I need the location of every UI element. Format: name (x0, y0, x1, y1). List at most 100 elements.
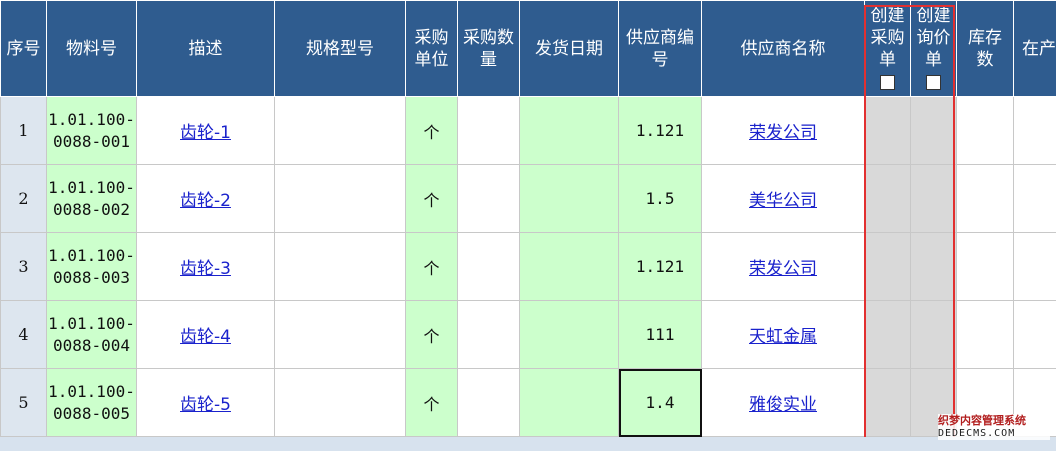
cell-supplier-code[interactable]: 111 (618, 300, 702, 369)
cell-qty[interactable] (457, 164, 520, 233)
col-header-create-rfq-label: 创建询价单 (916, 5, 951, 70)
cell-supplier-name[interactable]: 美华公司 (701, 164, 865, 233)
cell-unit[interactable]: 个 (405, 164, 458, 233)
cell-ship-date[interactable] (519, 96, 619, 165)
cell-seq: 1 (0, 96, 47, 165)
cell-supplier-name[interactable]: 荣发公司 (701, 232, 865, 301)
table-row[interactable]: 5 1.01.100- 0088-005 齿轮-5 个 1.4 雅俊实业 (0, 368, 1056, 437)
cell-material-no[interactable]: 1.01.100- 0088-005 (46, 368, 137, 437)
cell-unit[interactable]: 个 (405, 368, 458, 437)
cell-in-production (1013, 164, 1056, 233)
cell-in-production (1013, 300, 1056, 369)
cell-create-rfq[interactable] (910, 232, 957, 301)
col-header-unit: 采购单位 (405, 0, 458, 97)
cell-stock (956, 96, 1014, 165)
cell-description[interactable]: 齿轮-3 (136, 232, 275, 301)
table-row[interactable]: 2 1.01.100- 0088-002 齿轮-2 个 1.5 美华公司 (0, 164, 1056, 233)
cell-create-rfq[interactable] (910, 96, 957, 165)
col-header-seq: 序号 (0, 0, 47, 97)
cell-supplier-code[interactable]: 1.4 (618, 368, 702, 437)
cell-create-po[interactable] (864, 300, 911, 369)
cell-ship-date[interactable] (519, 300, 619, 369)
material-grid: 序号 物料号 描述 规格型号 采购单位 采购数量 发货日期 供应商编号 供应商名… (0, 0, 1056, 437)
cell-supplier-code[interactable]: 1.121 (618, 232, 702, 301)
col-header-create-po-label: 创建采购单 (870, 5, 905, 70)
col-header-spec: 规格型号 (274, 0, 406, 97)
supplier-name-link[interactable]: 荣发公司 (749, 259, 817, 279)
cell-unit[interactable]: 个 (405, 96, 458, 165)
supplier-name-link[interactable]: 天虹金属 (749, 327, 817, 347)
cell-create-po[interactable] (864, 368, 911, 437)
description-link[interactable]: 齿轮-5 (180, 395, 231, 415)
cell-stock (956, 300, 1014, 369)
cell-qty[interactable] (457, 300, 520, 369)
col-header-stock-label: 库存数 (968, 27, 1002, 70)
supplier-name-link[interactable]: 雅俊实业 (749, 395, 817, 415)
cell-create-po[interactable] (864, 164, 911, 233)
cell-supplier-name[interactable]: 荣发公司 (701, 96, 865, 165)
col-header-in-production: 在产 (1013, 0, 1056, 97)
table-row[interactable]: 1 1.01.100- 0088-001 齿轮-1 个 1.121 荣发公司 (0, 96, 1056, 165)
cell-description[interactable]: 齿轮-1 (136, 96, 275, 165)
supplier-name-link[interactable]: 美华公司 (749, 191, 817, 211)
cell-description[interactable]: 齿轮-5 (136, 368, 275, 437)
description-link[interactable]: 齿轮-1 (180, 123, 231, 143)
cell-material-no[interactable]: 1.01.100- 0088-004 (46, 300, 137, 369)
cell-stock (956, 232, 1014, 301)
cell-seq: 3 (0, 232, 47, 301)
col-header-material-no: 物料号 (46, 0, 137, 97)
cell-supplier-name[interactable]: 雅俊实业 (701, 368, 865, 437)
cell-material-no[interactable]: 1.01.100- 0088-001 (46, 96, 137, 165)
description-link[interactable]: 齿轮-4 (180, 327, 231, 347)
col-header-description: 描述 (136, 0, 275, 97)
col-header-qty-label: 采购数量 (463, 27, 514, 70)
cell-spec[interactable] (274, 368, 406, 437)
col-header-supplier-code-label: 供应商编号 (626, 27, 694, 70)
cell-description[interactable]: 齿轮-4 (136, 300, 275, 369)
cell-unit[interactable]: 个 (405, 232, 458, 301)
col-header-create-po: 创建采购单 (864, 0, 911, 97)
cell-material-no[interactable]: 1.01.100- 0088-002 (46, 164, 137, 233)
table-row[interactable]: 3 1.01.100- 0088-003 齿轮-3 个 1.121 荣发公司 (0, 232, 1056, 301)
cell-qty[interactable] (457, 232, 520, 301)
cell-seq: 4 (0, 300, 47, 369)
cell-spec[interactable] (274, 300, 406, 369)
cell-supplier-name[interactable]: 天虹金属 (701, 300, 865, 369)
cell-spec[interactable] (274, 232, 406, 301)
description-link[interactable]: 齿轮-3 (180, 259, 231, 279)
cell-supplier-code[interactable]: 1.5 (618, 164, 702, 233)
col-header-unit-label: 采购单位 (414, 27, 449, 70)
col-header-in-production-label: 在产 (1022, 38, 1056, 59)
create-rfq-select-all-checkbox[interactable] (926, 75, 941, 90)
cell-ship-date[interactable] (519, 368, 619, 437)
cell-qty[interactable] (457, 96, 520, 165)
cell-create-rfq[interactable] (910, 164, 957, 233)
col-header-supplier-code: 供应商编号 (618, 0, 702, 97)
table-row[interactable]: 4 1.01.100- 0088-004 齿轮-4 个 111 天虹金属 (0, 300, 1056, 369)
watermark: 织梦内容管理系统 DEDECMS.COM (938, 414, 1050, 440)
cell-create-po[interactable] (864, 232, 911, 301)
col-header-qty: 采购数量 (457, 0, 520, 97)
cell-supplier-code[interactable]: 1.121 (618, 96, 702, 165)
cell-seq: 2 (0, 164, 47, 233)
cell-unit[interactable]: 个 (405, 300, 458, 369)
cell-in-production (1013, 232, 1056, 301)
cell-qty[interactable] (457, 368, 520, 437)
cell-spec[interactable] (274, 96, 406, 165)
cell-create-rfq[interactable] (910, 300, 957, 369)
horizontal-scrollbar[interactable] (0, 437, 1056, 451)
create-po-select-all-checkbox[interactable] (880, 75, 895, 90)
header-row: 序号 物料号 描述 规格型号 采购单位 采购数量 发货日期 供应商编号 供应商名… (0, 0, 1056, 97)
col-header-supplier-name: 供应商名称 (701, 0, 865, 97)
description-link[interactable]: 齿轮-2 (180, 191, 231, 211)
cell-ship-date[interactable] (519, 164, 619, 233)
cell-description[interactable]: 齿轮-2 (136, 164, 275, 233)
cell-ship-date[interactable] (519, 232, 619, 301)
watermark-line2: DEDECMS.COM (938, 428, 1016, 439)
col-header-ship-date: 发货日期 (519, 0, 619, 97)
supplier-name-link[interactable]: 荣发公司 (749, 123, 817, 143)
cell-spec[interactable] (274, 164, 406, 233)
cell-seq: 5 (0, 368, 47, 437)
cell-material-no[interactable]: 1.01.100- 0088-003 (46, 232, 137, 301)
cell-create-po[interactable] (864, 96, 911, 165)
